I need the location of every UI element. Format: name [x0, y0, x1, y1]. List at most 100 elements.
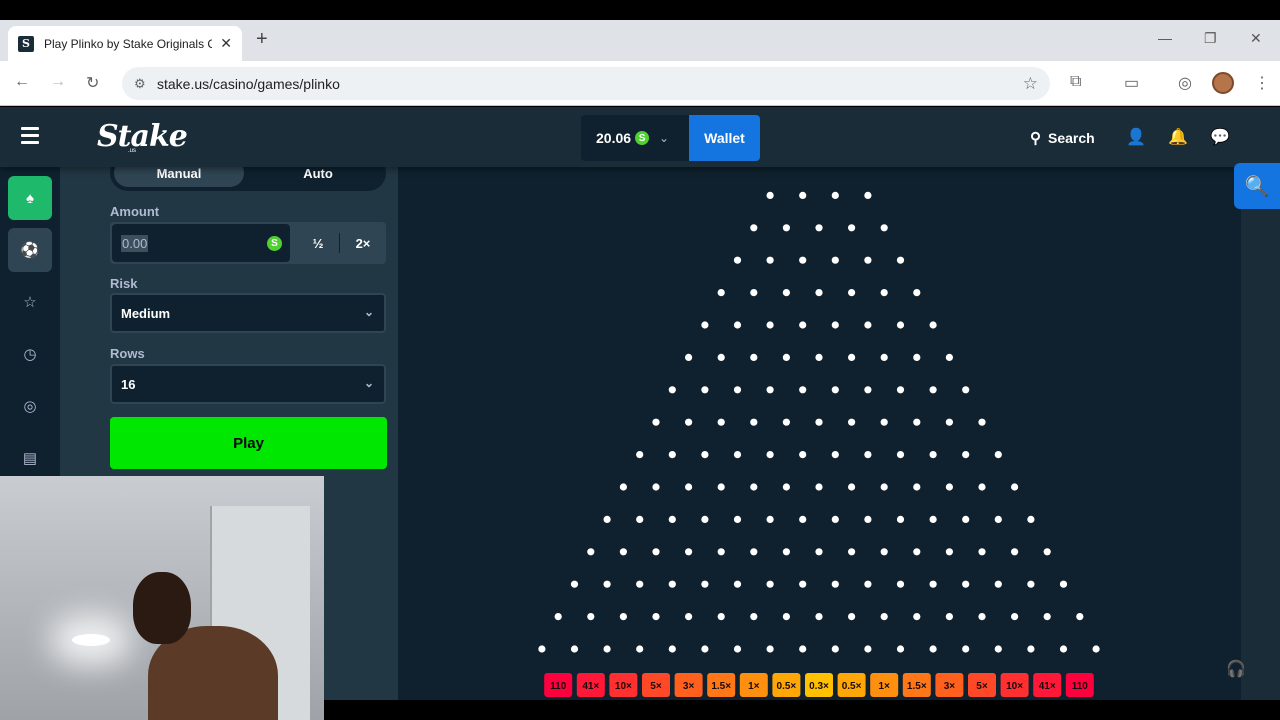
back-icon[interactable]: ←: [14, 73, 30, 91]
notifications-bell-icon[interactable]: 🔔: [1168, 127, 1188, 147]
plinko-peg: [962, 580, 970, 588]
plinko-peg: [652, 418, 660, 426]
multiplier-label: 3×: [944, 681, 956, 692]
extensions-icon[interactable]: ⧉: [1070, 73, 1081, 91]
plinko-peg: [1027, 645, 1035, 653]
plinko-peg: [766, 191, 774, 199]
plinko-peg: [896, 321, 905, 329]
rows-select[interactable]: 16 ⌄: [110, 364, 386, 404]
plinko-peg: [929, 515, 937, 523]
plinko-peg: [1092, 645, 1100, 653]
plinko-peg: [978, 418, 986, 426]
plinko-peg: [685, 418, 693, 426]
plinko-peg: [1011, 548, 1019, 556]
plinko-peg: [750, 353, 758, 361]
zoom-magnifier-icon[interactable]: 🔍: [1234, 163, 1280, 209]
stake-logo[interactable]: Stake: [97, 119, 188, 154]
multiplier-bucket: 3×: [674, 673, 703, 697]
user-icon[interactable]: 👤: [1126, 127, 1146, 147]
plinko-peg: [945, 613, 954, 621]
webcam-ceiling-light: [72, 634, 110, 646]
plinko-peg: [603, 580, 611, 588]
close-icon[interactable]: ✕: [220, 35, 232, 52]
amount-input[interactable]: 0.00 S: [112, 224, 290, 262]
new-tab-icon[interactable]: +: [256, 28, 268, 51]
multiplier-label: 41×: [582, 681, 599, 692]
plinko-peg: [978, 548, 986, 556]
plinko-peg: [896, 386, 905, 394]
plinko-peg: [685, 613, 693, 621]
plinko-peg: [896, 515, 905, 523]
rows-value: 16: [121, 376, 136, 392]
plinko-peg: [1011, 613, 1019, 621]
chat-icon[interactable]: 💬: [1210, 127, 1230, 147]
plinko-peg: [701, 451, 709, 459]
amount-value: 0.00: [121, 234, 149, 252]
sweeps-coin-icon: S: [635, 131, 650, 145]
plinko-peg: [945, 353, 954, 361]
plinko-peg: [880, 353, 888, 361]
plinko-peg: [1059, 580, 1068, 588]
plinko-peg: [929, 321, 937, 329]
plinko-peg: [962, 386, 970, 394]
cast-icon[interactable]: ▭: [1124, 73, 1139, 93]
plinko-peg: [1027, 515, 1035, 523]
plinko-peg: [636, 515, 644, 523]
multiplier-bucket: 1.5×: [707, 673, 736, 697]
search-button[interactable]: ⚲ Search: [1030, 129, 1095, 147]
plinko-peg: [864, 645, 872, 653]
plinko-peg: [733, 451, 742, 459]
play-button[interactable]: Play: [110, 417, 387, 469]
plinko-peg: [636, 451, 644, 459]
multiplier-bucket: 0.5×: [837, 673, 866, 697]
balance-selector[interactable]: 20.06 S ⌄: [581, 115, 689, 161]
balance-value: 20.06: [596, 130, 632, 146]
risk-select[interactable]: Medium ⌄: [110, 293, 386, 333]
plinko-peg: [652, 548, 660, 556]
site-settings-icon[interactable]: ⚙: [134, 76, 154, 92]
plinko-peg: [733, 515, 742, 523]
support-headset-icon[interactable]: 🎧: [1226, 659, 1246, 679]
plinko-peg: [733, 321, 742, 329]
forward-icon[interactable]: →: [50, 73, 66, 91]
plinko-peg: [962, 645, 970, 653]
plinko-peg: [766, 515, 774, 523]
browser-tab[interactable]: S Play Plinko by Stake Originals C ✕: [8, 26, 242, 61]
search-label: Search: [1048, 130, 1095, 146]
half-bet-button[interactable]: ½: [296, 222, 340, 264]
hamburger-menu-icon[interactable]: [21, 127, 39, 145]
plinko-peg: [815, 613, 823, 621]
performance-icon[interactable]: ◎: [1178, 73, 1192, 93]
plinko-peg: [668, 515, 676, 523]
plinko-peg: [831, 645, 839, 653]
casino-icon[interactable]: ♠: [8, 176, 52, 220]
reload-icon[interactable]: ↻: [86, 73, 99, 93]
plinko-peg: [750, 548, 758, 556]
profile-avatar[interactable]: [1212, 72, 1234, 94]
plinko-peg: [880, 224, 888, 232]
plinko-peg: [978, 613, 986, 621]
address-bar[interactable]: ⚙ stake.us/casino/games/plinko ☆: [122, 67, 1050, 100]
stake-originals-icon[interactable]: ▤: [8, 436, 52, 480]
sports-icon[interactable]: ⚽: [8, 228, 52, 272]
minimize-icon[interactable]: —: [1158, 30, 1172, 46]
double-bet-button[interactable]: 2×: [340, 222, 386, 264]
plinko-peg: [782, 289, 790, 297]
rows-label: Rows: [110, 346, 145, 361]
plinko-peg: [701, 386, 709, 394]
plinko-peg: [685, 548, 693, 556]
plinko-peg: [880, 289, 888, 297]
favorites-star-icon[interactable]: ☆: [8, 280, 52, 324]
multiplier-label: 0.5×: [842, 681, 862, 692]
plinko-peg: [603, 645, 611, 653]
window-close-icon[interactable]: ✕: [1250, 30, 1262, 47]
wallet-button[interactable]: Wallet: [689, 115, 760, 161]
menu-kebab-icon[interactable]: ⋮: [1254, 73, 1270, 93]
bookmark-star-icon[interactable]: ☆: [1023, 74, 1038, 94]
challenges-target-icon[interactable]: ◎: [8, 384, 52, 428]
recent-history-icon[interactable]: ◷: [8, 332, 52, 376]
plinko-peg: [587, 613, 595, 621]
logo-domain-suffix: .us: [128, 148, 137, 154]
restore-icon[interactable]: ❐: [1204, 30, 1217, 47]
multiplier-label: 3×: [683, 681, 695, 692]
